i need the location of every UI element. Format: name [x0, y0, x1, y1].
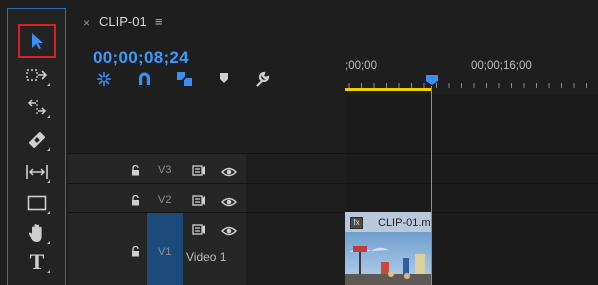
timeline-panel: × CLIP-01 ≡ 00;00;08;24 ;00;00 00;00;16;… — [68, 8, 598, 285]
track-lock-icon[interactable] — [131, 193, 140, 211]
track-label-v3[interactable]: V3 — [158, 164, 171, 176]
hand-icon — [28, 223, 46, 243]
type-tool[interactable]: T — [18, 247, 56, 277]
clip-thumbnail — [345, 232, 431, 285]
tab-close-button[interactable]: × — [83, 16, 90, 30]
ruler-label-16s: 00;00;16;00 — [471, 60, 532, 72]
video-clip[interactable]: fx CLIP-01.m — [345, 212, 431, 285]
track-select-forward-icon — [26, 68, 48, 82]
clip-header: fx CLIP-01.m — [345, 212, 431, 232]
fx-badge-icon: fx — [350, 217, 363, 229]
snap-magnet-icon[interactable] — [137, 71, 152, 91]
track-lock-icon[interactable] — [131, 163, 140, 181]
panel-menu-icon[interactable]: ≡ — [155, 14, 163, 29]
sync-lock-icon[interactable] — [192, 193, 206, 211]
ripple-edit-tool[interactable] — [18, 92, 56, 122]
slip-tool[interactable] — [18, 157, 56, 187]
selection-tool[interactable] — [18, 24, 56, 58]
razor-tool[interactable] — [18, 125, 56, 155]
tab-title[interactable]: CLIP-01 — [99, 14, 147, 29]
track-select-tool[interactable] — [18, 60, 56, 90]
timeline-settings-wrench-icon[interactable] — [254, 71, 270, 92]
toggle-track-output-eye-icon[interactable] — [220, 164, 238, 182]
playhead-line[interactable] — [431, 86, 432, 285]
track-divider — [68, 212, 598, 213]
toggle-track-output-eye-icon[interactable] — [220, 194, 238, 212]
razor-icon — [27, 130, 47, 150]
slip-icon — [25, 164, 49, 180]
track-label-v2[interactable]: V2 — [158, 194, 171, 206]
track-divider — [68, 153, 598, 154]
track-divider — [68, 183, 598, 184]
rectangle-tool[interactable] — [18, 188, 56, 218]
snap-in-timeline-nested-icon[interactable] — [96, 71, 112, 92]
selection-arrow-icon — [30, 32, 44, 50]
sync-lock-icon[interactable] — [192, 163, 206, 181]
ruler-label-start: ;00;00 — [345, 60, 377, 72]
track-name-v1[interactable]: Video 1 — [186, 250, 226, 264]
playhead-timecode[interactable]: 00;00;08;24 — [93, 48, 189, 68]
add-marker-icon[interactable] — [219, 71, 229, 90]
toggle-track-output-eye-icon[interactable] — [220, 223, 238, 241]
linked-selection-icon[interactable] — [176, 71, 194, 92]
type-icon: T — [29, 249, 45, 274]
in-out-range-bar[interactable] — [345, 88, 431, 91]
tools-panel: T — [7, 8, 66, 285]
track-label-v1[interactable]: V1 — [158, 246, 171, 258]
sync-lock-icon[interactable] — [192, 222, 206, 240]
hand-tool[interactable] — [18, 218, 56, 248]
ripple-edit-icon — [26, 98, 48, 116]
time-ruler[interactable]: ;00;00 00;00;16;00 — [345, 55, 598, 95]
clip-name: CLIP-01.m — [378, 217, 431, 229]
rectangle-icon — [27, 195, 47, 211]
track-lock-icon[interactable] — [131, 244, 140, 262]
